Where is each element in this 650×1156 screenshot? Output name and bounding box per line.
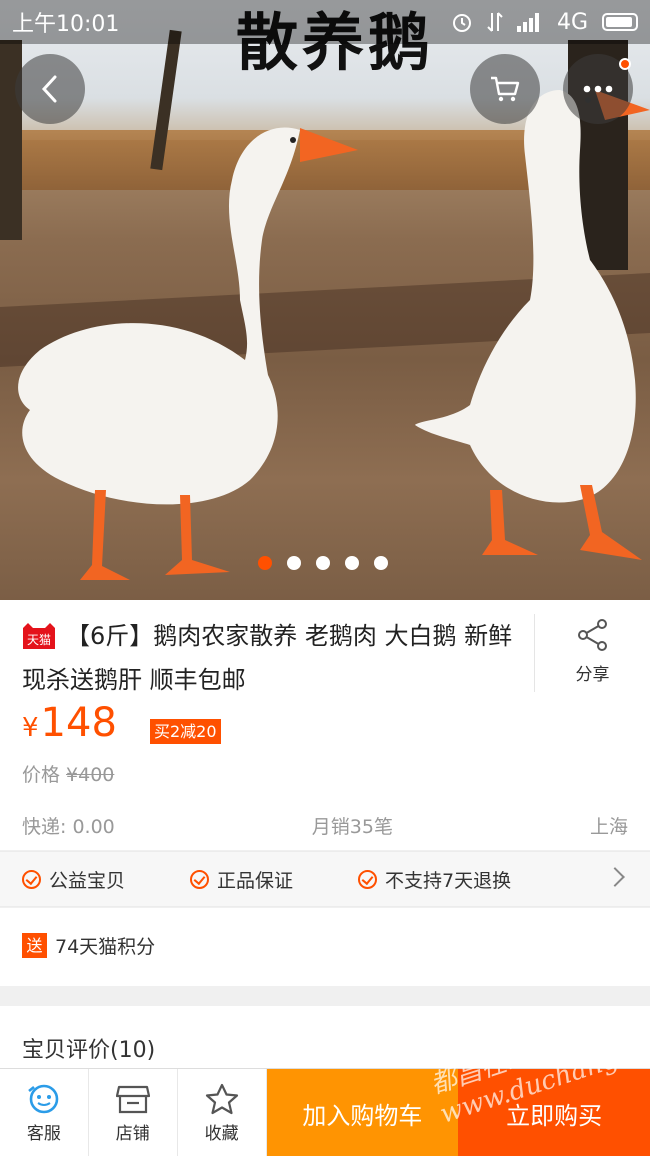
notification-dot (619, 58, 631, 70)
customer-service-button[interactable]: 客服 (0, 1069, 89, 1156)
product-image-carousel[interactable]: 散养鹅 (0, 0, 650, 600)
service-item: 正品保证 (190, 866, 293, 893)
customer-service-label: 客服 (26, 1123, 61, 1144)
carousel-pager[interactable] (258, 556, 388, 570)
chevron-right-icon (605, 867, 625, 887)
star-icon (205, 1083, 238, 1114)
points-badge: 送 (22, 933, 47, 958)
status-bar: 上午10:01 4G (0, 0, 650, 44)
check-circle-icon (22, 870, 41, 889)
check-circle-icon (358, 870, 377, 889)
reviews-section[interactable]: 宝贝评价(10) (0, 1006, 650, 1076)
service-item: 不支持7天退换 (358, 866, 511, 893)
back-button[interactable] (15, 54, 85, 124)
add-to-cart-button[interactable]: 加入购物车 (266, 1069, 459, 1156)
favorite-button[interactable]: 收藏 (178, 1069, 267, 1156)
pager-dot[interactable] (345, 556, 359, 570)
check-circle-icon (190, 870, 209, 889)
shop-label: 店铺 (115, 1123, 150, 1144)
price-value: 148 (40, 700, 117, 746)
goose-right-illustration (415, 90, 650, 560)
share-icon (577, 619, 607, 651)
network-type: 4G (556, 9, 588, 35)
bottom-action-bar: 客服 店铺 收藏 加入购物车 立即购买 (0, 1068, 650, 1156)
share-button[interactable]: 分享 (534, 614, 650, 692)
pager-dot[interactable] (258, 556, 272, 570)
shipping-sales-location-row: 快递: 0.00 月销35笔 上海 (22, 812, 628, 839)
share-label: 分享 (575, 665, 610, 685)
shipping-fee: 快递: 0.00 (22, 816, 115, 838)
goose-left-illustration (18, 127, 358, 580)
pager-dot[interactable] (287, 556, 301, 570)
promo-tag: 买2减20 (150, 719, 221, 744)
alarm-icon (452, 14, 471, 32)
original-price: 价格 ¥400 (22, 760, 114, 787)
service-label: 公益宝贝 (49, 870, 126, 892)
cart-icon (491, 76, 520, 102)
service-item: 公益宝贝 (22, 866, 125, 893)
more-dots-icon (583, 85, 613, 93)
monthly-sales: 月销35笔 (311, 816, 393, 838)
shop-button[interactable]: 店铺 (89, 1069, 178, 1156)
pager-dot[interactable] (374, 556, 388, 570)
original-price-label: 价格 (22, 764, 61, 786)
reviews-title: 宝贝评价(10) (22, 1038, 156, 1063)
pager-dot[interactable] (316, 556, 330, 570)
shop-icon (115, 1085, 150, 1113)
points-row: 送 74天猫积分 (0, 908, 650, 986)
more-button[interactable] (563, 54, 633, 124)
chevron-left-icon (41, 75, 57, 103)
original-price-value: ¥400 (66, 764, 115, 786)
price: ¥ 148 (22, 700, 117, 746)
customer-service-icon (28, 1084, 59, 1113)
service-label: 不支持7天退换 (385, 870, 512, 892)
product-title: 【6斤】鹅肉农家散养 老鹅肉 大白鹅 新鲜现杀送鹅肝 顺丰包邮 (22, 622, 513, 694)
data-transfer-icon (487, 12, 503, 32)
cart-button[interactable] (470, 54, 540, 124)
service-guarantees-row[interactable]: 公益宝贝 正品保证 不支持7天退换 (0, 851, 650, 907)
buy-now-button[interactable]: 立即购买 (458, 1069, 650, 1156)
status-icons: 4G (451, 10, 638, 35)
points-text: 74天猫积分 (55, 936, 156, 958)
price-currency: ¥ (22, 713, 39, 743)
ship-location: 上海 (589, 816, 628, 838)
favorite-label: 收藏 (204, 1123, 239, 1144)
status-time: 上午10:01 (12, 12, 120, 37)
service-label: 正品保证 (217, 870, 294, 892)
signal-icon (516, 13, 539, 32)
battery-icon (602, 13, 638, 31)
